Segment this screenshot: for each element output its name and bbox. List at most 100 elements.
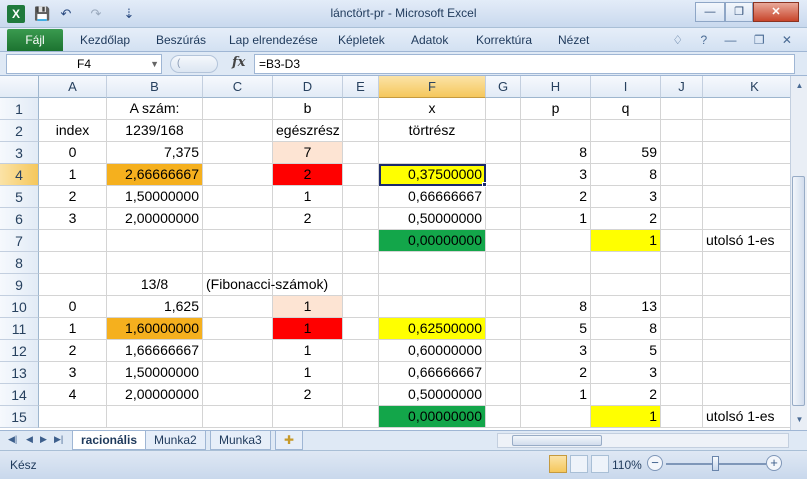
cell-i10[interactable]: 13	[591, 296, 661, 318]
insert-function-icon[interactable]: fx	[232, 55, 245, 70]
cell-e10[interactable]	[343, 296, 379, 318]
cell-d15[interactable]	[273, 406, 343, 428]
cell-c5[interactable]	[203, 186, 273, 208]
cell-a8[interactable]	[39, 252, 107, 274]
cell-i3[interactable]: 59	[591, 142, 661, 164]
cell-f9[interactable]	[379, 274, 486, 296]
row-header-14[interactable]: 14	[0, 384, 39, 406]
cell-j1[interactable]	[661, 98, 703, 120]
cell-b15[interactable]	[107, 406, 203, 428]
cell-c4[interactable]	[203, 164, 273, 186]
name-box[interactable]: F4 ▼	[6, 54, 162, 74]
column-header-g[interactable]: G	[486, 76, 521, 98]
cell-c6[interactable]	[203, 208, 273, 230]
sheet-tab-racionalis[interactable]: racionális	[72, 431, 147, 450]
cell-e4[interactable]	[343, 164, 379, 186]
horizontal-scrollbar[interactable]	[497, 433, 789, 448]
cell-f7[interactable]: 0,00000000	[379, 230, 486, 252]
cell-d2[interactable]: egészrész	[273, 120, 343, 142]
cell-j13[interactable]	[661, 362, 703, 384]
cell-f15[interactable]: 0,00000000	[379, 406, 486, 428]
cell-i6[interactable]: 2	[591, 208, 661, 230]
cell-a12[interactable]: 2	[39, 340, 107, 362]
cell-e3[interactable]	[343, 142, 379, 164]
cell-f6[interactable]: 0,50000000	[379, 208, 486, 230]
row-header-3[interactable]: 3	[0, 142, 39, 164]
zoom-in-icon[interactable]: +	[766, 455, 782, 471]
cell-b6[interactable]: 2,00000000	[107, 208, 203, 230]
cell-i11[interactable]: 8	[591, 318, 661, 340]
cell-c11[interactable]	[203, 318, 273, 340]
cell-j9[interactable]	[661, 274, 703, 296]
zoom-level[interactable]: 110%	[612, 458, 642, 472]
cell-g13[interactable]	[486, 362, 521, 384]
row-header-13[interactable]: 13	[0, 362, 39, 384]
cell-c10[interactable]	[203, 296, 273, 318]
cell-b4[interactable]: 2,66666667	[107, 164, 203, 186]
cell-j11[interactable]	[661, 318, 703, 340]
cell-f3[interactable]	[379, 142, 486, 164]
cell-c14[interactable]	[203, 384, 273, 406]
cell-j3[interactable]	[661, 142, 703, 164]
cell-f4[interactable]: 0,37500000	[379, 164, 486, 186]
cell-i1[interactable]: q	[591, 98, 661, 120]
cell-b1[interactable]: A szám:	[107, 98, 203, 120]
row-header-2[interactable]: 2	[0, 120, 39, 142]
tab-home[interactable]: Kezdőlap	[80, 33, 130, 47]
tab-review[interactable]: Korrektúra	[476, 33, 532, 47]
cell-a15[interactable]	[39, 406, 107, 428]
vertical-scrollbar[interactable]: ▲ ▼	[790, 76, 807, 430]
cell-j7[interactable]	[661, 230, 703, 252]
cell-h9[interactable]	[521, 274, 591, 296]
cell-c8[interactable]	[203, 252, 273, 274]
cell-h7[interactable]	[521, 230, 591, 252]
cell-j14[interactable]	[661, 384, 703, 406]
cell-j6[interactable]	[661, 208, 703, 230]
column-header-h[interactable]: H	[521, 76, 591, 98]
cell-i4[interactable]: 8	[591, 164, 661, 186]
minimize-button[interactable]: —	[695, 2, 725, 22]
cell-i2[interactable]	[591, 120, 661, 142]
row-header-15[interactable]: 15	[0, 406, 39, 428]
cell-c3[interactable]	[203, 142, 273, 164]
column-header-e[interactable]: E	[343, 76, 379, 98]
cell-j2[interactable]	[661, 120, 703, 142]
cell-g1[interactable]	[486, 98, 521, 120]
cell-a2[interactable]: index	[39, 120, 107, 142]
cell-c12[interactable]	[203, 340, 273, 362]
row-header-8[interactable]: 8	[0, 252, 39, 274]
cell-i15[interactable]: 1	[591, 406, 661, 428]
cell-a6[interactable]: 3	[39, 208, 107, 230]
cell-e11[interactable]	[343, 318, 379, 340]
cell-d1[interactable]: b	[273, 98, 343, 120]
column-header-b[interactable]: B	[107, 76, 203, 98]
cell-g3[interactable]	[486, 142, 521, 164]
tab-page-layout[interactable]: Lap elrendezése	[229, 33, 318, 47]
cell-a1[interactable]	[39, 98, 107, 120]
cell-h11[interactable]: 5	[521, 318, 591, 340]
column-header-d[interactable]: D	[273, 76, 343, 98]
page-break-view-icon[interactable]	[591, 455, 609, 473]
cell-a4[interactable]: 1	[39, 164, 107, 186]
cell-c15[interactable]	[203, 406, 273, 428]
cell-g8[interactable]	[486, 252, 521, 274]
horizontal-scroll-thumb[interactable]	[512, 435, 602, 446]
cell-g10[interactable]	[486, 296, 521, 318]
row-header-7[interactable]: 7	[0, 230, 39, 252]
tab-data[interactable]: Adatok	[411, 33, 448, 47]
close-button[interactable]: ✕	[753, 2, 799, 22]
scroll-up-icon[interactable]: ▲	[792, 78, 807, 94]
cell-g14[interactable]	[486, 384, 521, 406]
cell-j4[interactable]	[661, 164, 703, 186]
cell-e8[interactable]	[343, 252, 379, 274]
row-header-9[interactable]: 9	[0, 274, 39, 296]
cell-e5[interactable]	[343, 186, 379, 208]
zoom-slider-thumb[interactable]	[712, 456, 719, 471]
cell-f12[interactable]: 0,60000000	[379, 340, 486, 362]
cell-a5[interactable]: 2	[39, 186, 107, 208]
cell-g11[interactable]	[486, 318, 521, 340]
cell-g12[interactable]	[486, 340, 521, 362]
chevron-down-icon[interactable]: ▼	[150, 55, 159, 73]
cell-f1[interactable]: x	[379, 98, 486, 120]
cell-i7[interactable]: 1	[591, 230, 661, 252]
